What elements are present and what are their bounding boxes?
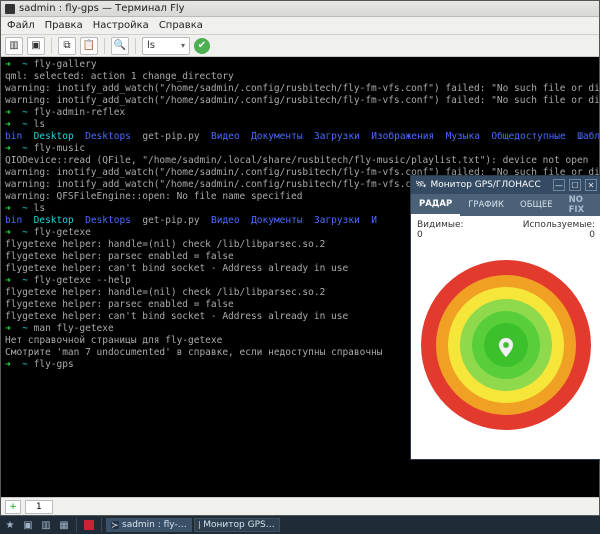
terminal-line: ➜ ~ fly-admin-reflex <box>5 107 595 119</box>
taskbar-task-gps[interactable]: Монитор GPS… <box>194 518 280 532</box>
used-label: Используемые: <box>523 220 595 230</box>
taskbar: ★ ▣ ▥ ▦ ≻ sadmin : fly-… Монитор GPS… <box>0 516 600 534</box>
windows-icon[interactable]: ▥ <box>38 518 54 532</box>
minimize-button[interactable]: — <box>553 179 565 191</box>
start-icon[interactable]: ★ <box>2 518 18 532</box>
terminal-tab-1[interactable]: 1 <box>25 500 53 514</box>
toolbar-separator <box>104 38 105 54</box>
satellite-icon: 🛰 <box>415 180 426 190</box>
taskbar-separator <box>101 518 102 532</box>
maximize-button[interactable]: ☐ <box>569 179 581 191</box>
close-tab-button[interactable]: ▣ <box>27 37 45 55</box>
terminal-app-icon <box>5 4 15 14</box>
terminal-line: warning: inotify_add_watch("/home/sadmin… <box>5 83 595 95</box>
terminal-line: ➜ ~ fly-gallery <box>5 59 595 71</box>
gps-radar <box>421 260 591 430</box>
taskbar-separator <box>76 518 77 532</box>
browser-icon[interactable]: ▦ <box>56 518 72 532</box>
terminal-line: qml: selected: action 1 change_directory <box>5 71 595 83</box>
terminal-toolbar: ▥ ▣ ⧉ 📋 🔍 ls ▾ ✔ <box>1 35 599 57</box>
tab-common[interactable]: ОБЩЕЕ <box>512 194 561 216</box>
menu-setting[interactable]: Настройка <box>93 20 149 31</box>
used-value: 0 <box>589 230 595 240</box>
command-select-value: ls <box>147 40 155 51</box>
terminal-tab-label: 1 <box>36 502 42 512</box>
gps-titlebar[interactable]: 🛰 Монитор GPS/ГЛОНАСС — ☐ ✕ <box>411 176 600 194</box>
terminal-line: ➜ ~ fly-music <box>5 143 595 155</box>
tab-graph[interactable]: ГРАФИК <box>460 194 512 216</box>
terminal-titlebar[interactable]: sadmin : fly-gps — Терминал Fly <box>1 1 599 17</box>
gps-window: 🛰 Монитор GPS/ГЛОНАСС — ☐ ✕ РАДАР ГРАФИК… <box>410 175 600 460</box>
add-tab-button[interactable]: + <box>5 500 21 514</box>
terminal-icon: ≻ <box>111 521 119 529</box>
toolbar-separator <box>51 38 52 54</box>
menu-file[interactable]: Файл <box>7 20 35 31</box>
run-button[interactable]: ✔ <box>194 38 210 54</box>
task-label: Монитор GPS… <box>203 520 274 530</box>
radar-ring <box>484 323 528 367</box>
task-label: sadmin : fly-… <box>122 520 187 530</box>
gps-status: NO FIX <box>561 194 600 216</box>
visible-value: 0 <box>417 230 423 240</box>
chevron-down-icon: ▾ <box>181 41 185 50</box>
terminal-line: warning: inotify_add_watch("/home/sadmin… <box>5 95 595 107</box>
file-manager-icon[interactable]: ▣ <box>20 518 36 532</box>
terminal-tabbar: + 1 <box>1 497 599 515</box>
terminal-title: sadmin : fly-gps — Терминал Fly <box>19 3 185 14</box>
search-button[interactable]: 🔍 <box>111 37 129 55</box>
new-tab-button[interactable]: ▥ <box>5 37 23 55</box>
toolbar-separator <box>135 38 136 54</box>
terminal-menubar: Файл Правка Настройка Справка <box>1 17 599 35</box>
terminal-line: QIODevice::read (QFile, "/home/sadmin/.l… <box>5 155 595 167</box>
terminal-line: bin Desktop Desktops get-pip.py Видео До… <box>5 131 595 143</box>
terminal-line: ➜ ~ ls <box>5 119 595 131</box>
command-select[interactable]: ls ▾ <box>142 37 190 55</box>
paste-button[interactable]: 📋 <box>80 37 98 55</box>
workspace-icon[interactable] <box>81 518 97 532</box>
taskbar-task-terminal[interactable]: ≻ sadmin : fly-… <box>106 518 192 532</box>
close-button[interactable]: ✕ <box>585 179 597 191</box>
satellite-icon <box>199 521 201 529</box>
copy-button[interactable]: ⧉ <box>58 37 76 55</box>
gps-body: Видимые: Используемые: 0 0 <box>411 216 600 459</box>
visible-label: Видимые: <box>417 220 464 230</box>
gps-title: Монитор GPS/ГЛОНАСС <box>430 180 540 190</box>
menu-help[interactable]: Справка <box>159 20 203 31</box>
tab-radar[interactable]: РАДАР <box>411 194 460 216</box>
gps-tabbar: РАДАР ГРАФИК ОБЩЕЕ NO FIX <box>411 194 600 216</box>
menu-edit[interactable]: Правка <box>45 20 83 31</box>
